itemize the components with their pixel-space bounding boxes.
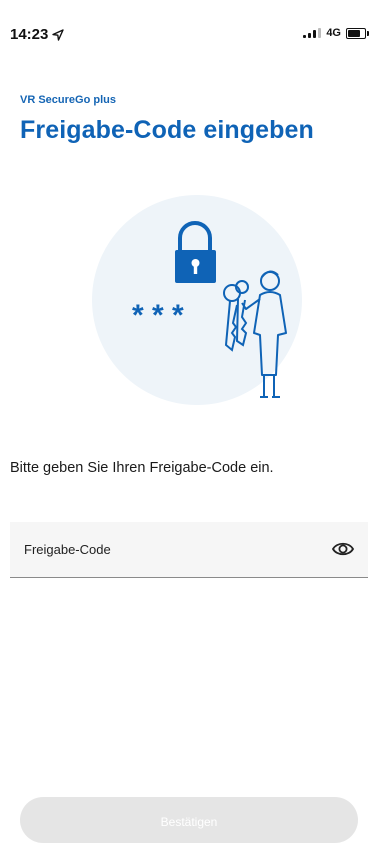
app-name: VR SecureGo plus — [20, 94, 116, 106]
page-title: Freigabe-Code eingeben — [20, 116, 314, 144]
illustration: * * * — [92, 195, 302, 405]
confirm-button[interactable]: Bestätigen — [20, 797, 358, 843]
eye-icon[interactable] — [332, 539, 354, 559]
code-input[interactable] — [24, 522, 314, 576]
illustration-background — [92, 195, 302, 405]
masked-code: * * * — [132, 299, 184, 332]
status-time-group: 14:23 — [10, 26, 65, 43]
status-bar: 14:23 4G — [0, 0, 378, 70]
status-time: 14:23 — [10, 26, 49, 43]
status-indicators: 4G — [303, 27, 369, 39]
instruction-text: Bitte geben Sie Ihren Freigabe-Code ein. — [10, 460, 274, 476]
location-arrow-icon — [52, 28, 65, 41]
battery-icon — [346, 27, 369, 39]
network-label: 4G — [326, 27, 341, 39]
code-field[interactable] — [10, 522, 368, 578]
signal-icon — [303, 28, 322, 38]
